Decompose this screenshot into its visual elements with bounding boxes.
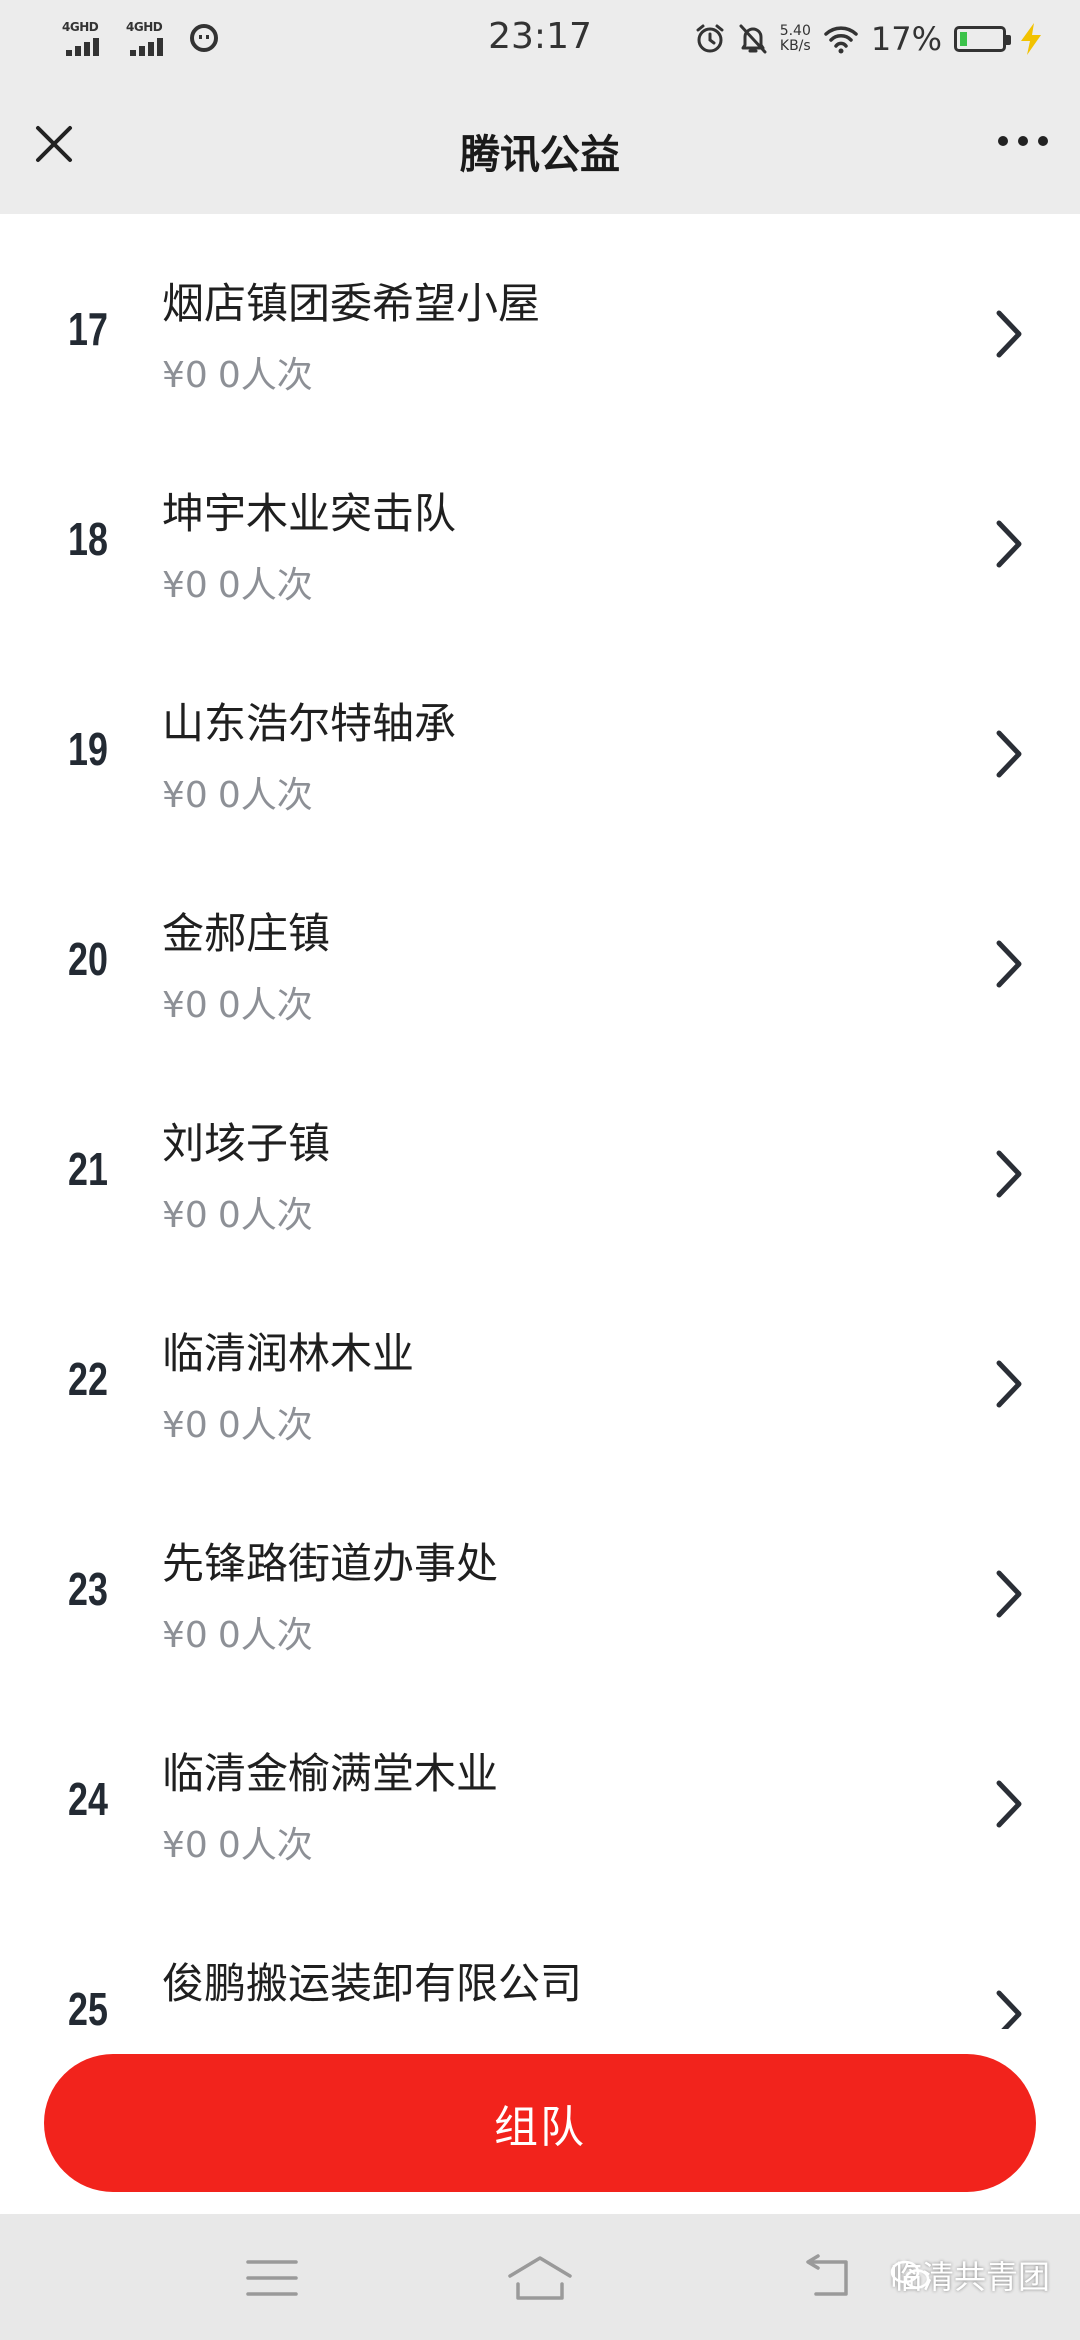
chevron-right-icon bbox=[996, 730, 1022, 778]
list-item[interactable]: 24 临清金榆满堂木业 ¥0 0人次 bbox=[0, 1684, 1080, 1894]
chevron-right-icon bbox=[996, 1990, 1022, 2029]
network-speed: 5.40 KB/s bbox=[780, 24, 811, 54]
list-item[interactable]: 19 山东浩尔特轴承 ¥0 0人次 bbox=[0, 634, 1080, 844]
donor-count: 0人次 bbox=[217, 1405, 313, 1446]
list-item[interactable]: 23 先锋路街道办事处 ¥0 0人次 bbox=[0, 1474, 1080, 1684]
list-item[interactable]: 25俊鹏搬运装卸有限公司¥00人次 bbox=[0, 1894, 1080, 2029]
team-stats: ¥00人次 bbox=[162, 1816, 313, 1868]
team-stats: ¥00人次 bbox=[162, 766, 313, 818]
amount-raised: ¥0 bbox=[162, 775, 208, 816]
donor-count: 0人次 bbox=[217, 1615, 313, 1656]
watermark: 临清共青团 bbox=[890, 2252, 1050, 2298]
status-right: 5.40 KB/s 17% bbox=[694, 20, 1044, 58]
team-ranking-list: 17 烟店镇团委希望小屋 ¥0 0人次 18 坤宇木业突击队 ¥0 0人次 19 山东浩尔特轴承 ¥… bbox=[0, 214, 1080, 2029]
team-up-button[interactable]: 组队 bbox=[44, 2054, 1036, 2192]
network-speed-unit: KB/s bbox=[779, 38, 811, 54]
amount-raised: ¥0 bbox=[162, 355, 208, 396]
more-options-icon[interactable] bbox=[998, 136, 1048, 146]
amount-raised: ¥0 bbox=[162, 1195, 208, 1236]
team-name: 临清金榆满堂木业 bbox=[162, 1749, 499, 1798]
donor-count: 0人次 bbox=[217, 355, 313, 396]
amount-raised: ¥0 bbox=[162, 1615, 208, 1656]
chevron-right-icon bbox=[996, 520, 1022, 568]
network-speed-value: 5.40 bbox=[779, 23, 811, 39]
list-item[interactable]: 20 金郝庄镇 ¥0 0人次 bbox=[0, 844, 1080, 1054]
list-item[interactable]: 21 刘垓子镇 ¥0 0人次 bbox=[0, 1054, 1080, 1264]
list-item[interactable]: 22 临清润林木业 ¥0 0人次 bbox=[0, 1264, 1080, 1474]
team-stats: ¥00人次 bbox=[162, 346, 313, 398]
system-navigation-bar: 临清共青团 bbox=[0, 2214, 1080, 2340]
team-stats: ¥00人次 bbox=[162, 1606, 313, 1658]
rank-number: 21 bbox=[68, 1143, 108, 1195]
donor-count: 0人次 bbox=[217, 565, 313, 606]
rank-number: 25 bbox=[68, 1983, 108, 2029]
list-item[interactable]: 18 坤宇木业突击队 ¥0 0人次 bbox=[0, 424, 1080, 634]
team-name: 俊鹏搬运装卸有限公司 bbox=[162, 1959, 583, 2008]
team-name: 刘垓子镇 bbox=[162, 1119, 331, 1168]
chevron-right-icon bbox=[996, 310, 1022, 358]
rank-number: 24 bbox=[68, 1773, 108, 1825]
team-name: 金郝庄镇 bbox=[162, 909, 331, 958]
chevron-right-icon bbox=[996, 1570, 1022, 1618]
wechat-logo-icon bbox=[890, 2260, 930, 2289]
menu-icon[interactable] bbox=[244, 2256, 300, 2300]
list-item[interactable]: 17 烟店镇团委希望小屋 ¥0 0人次 bbox=[0, 214, 1080, 424]
chevron-right-icon bbox=[996, 940, 1022, 988]
amount-raised: ¥0 bbox=[162, 565, 208, 606]
team-stats: ¥00人次 bbox=[162, 1186, 313, 1238]
home-icon[interactable] bbox=[504, 2254, 576, 2304]
donor-count: 0人次 bbox=[217, 775, 313, 816]
back-icon[interactable] bbox=[796, 2254, 856, 2302]
battery-level-fill bbox=[960, 32, 967, 46]
amount-raised: ¥0 bbox=[162, 985, 208, 1026]
page-title: 腾讯公益 bbox=[460, 132, 620, 178]
team-stats: ¥00人次 bbox=[162, 976, 313, 1028]
mute-bell-icon bbox=[739, 24, 767, 54]
rank-number: 23 bbox=[68, 1563, 108, 1615]
donor-count: 0人次 bbox=[217, 1195, 313, 1236]
chevron-right-icon bbox=[996, 1360, 1022, 1408]
status-bar: 4GHD 4GHD 23:17 5.40 KB/s 17% bbox=[0, 0, 1080, 84]
donor-count: 0人次 bbox=[217, 985, 313, 1026]
team-stats: ¥00人次 bbox=[162, 556, 313, 608]
team-name: 山东浩尔特轴承 bbox=[162, 699, 457, 748]
chevron-right-icon bbox=[996, 1780, 1022, 1828]
team-name: 烟店镇团委希望小屋 bbox=[162, 279, 541, 328]
rank-number: 17 bbox=[68, 303, 108, 355]
wifi-icon bbox=[824, 26, 858, 54]
team-name: 坤宇木业突击队 bbox=[162, 489, 457, 538]
rank-number: 19 bbox=[68, 723, 108, 775]
battery-percent: 17% bbox=[870, 20, 942, 58]
team-name: 先锋路街道办事处 bbox=[162, 1539, 499, 1588]
alarm-icon bbox=[696, 24, 724, 53]
nav-bar: 腾讯公益 bbox=[0, 84, 1080, 214]
chevron-right-icon bbox=[996, 1150, 1022, 1198]
amount-raised: ¥0 bbox=[162, 1405, 208, 1446]
action-area: 组队 bbox=[0, 2029, 1080, 2214]
team-stats: ¥00人次 bbox=[162, 1396, 313, 1448]
charging-bolt-icon bbox=[1021, 23, 1041, 55]
rank-number: 22 bbox=[68, 1353, 108, 1405]
battery-icon bbox=[954, 26, 1011, 52]
rank-number: 18 bbox=[68, 513, 108, 565]
team-name: 临清润林木业 bbox=[162, 1329, 415, 1378]
amount-raised: ¥0 bbox=[162, 1825, 208, 1866]
rank-number: 20 bbox=[68, 933, 108, 985]
donor-count: 0人次 bbox=[217, 1825, 313, 1866]
